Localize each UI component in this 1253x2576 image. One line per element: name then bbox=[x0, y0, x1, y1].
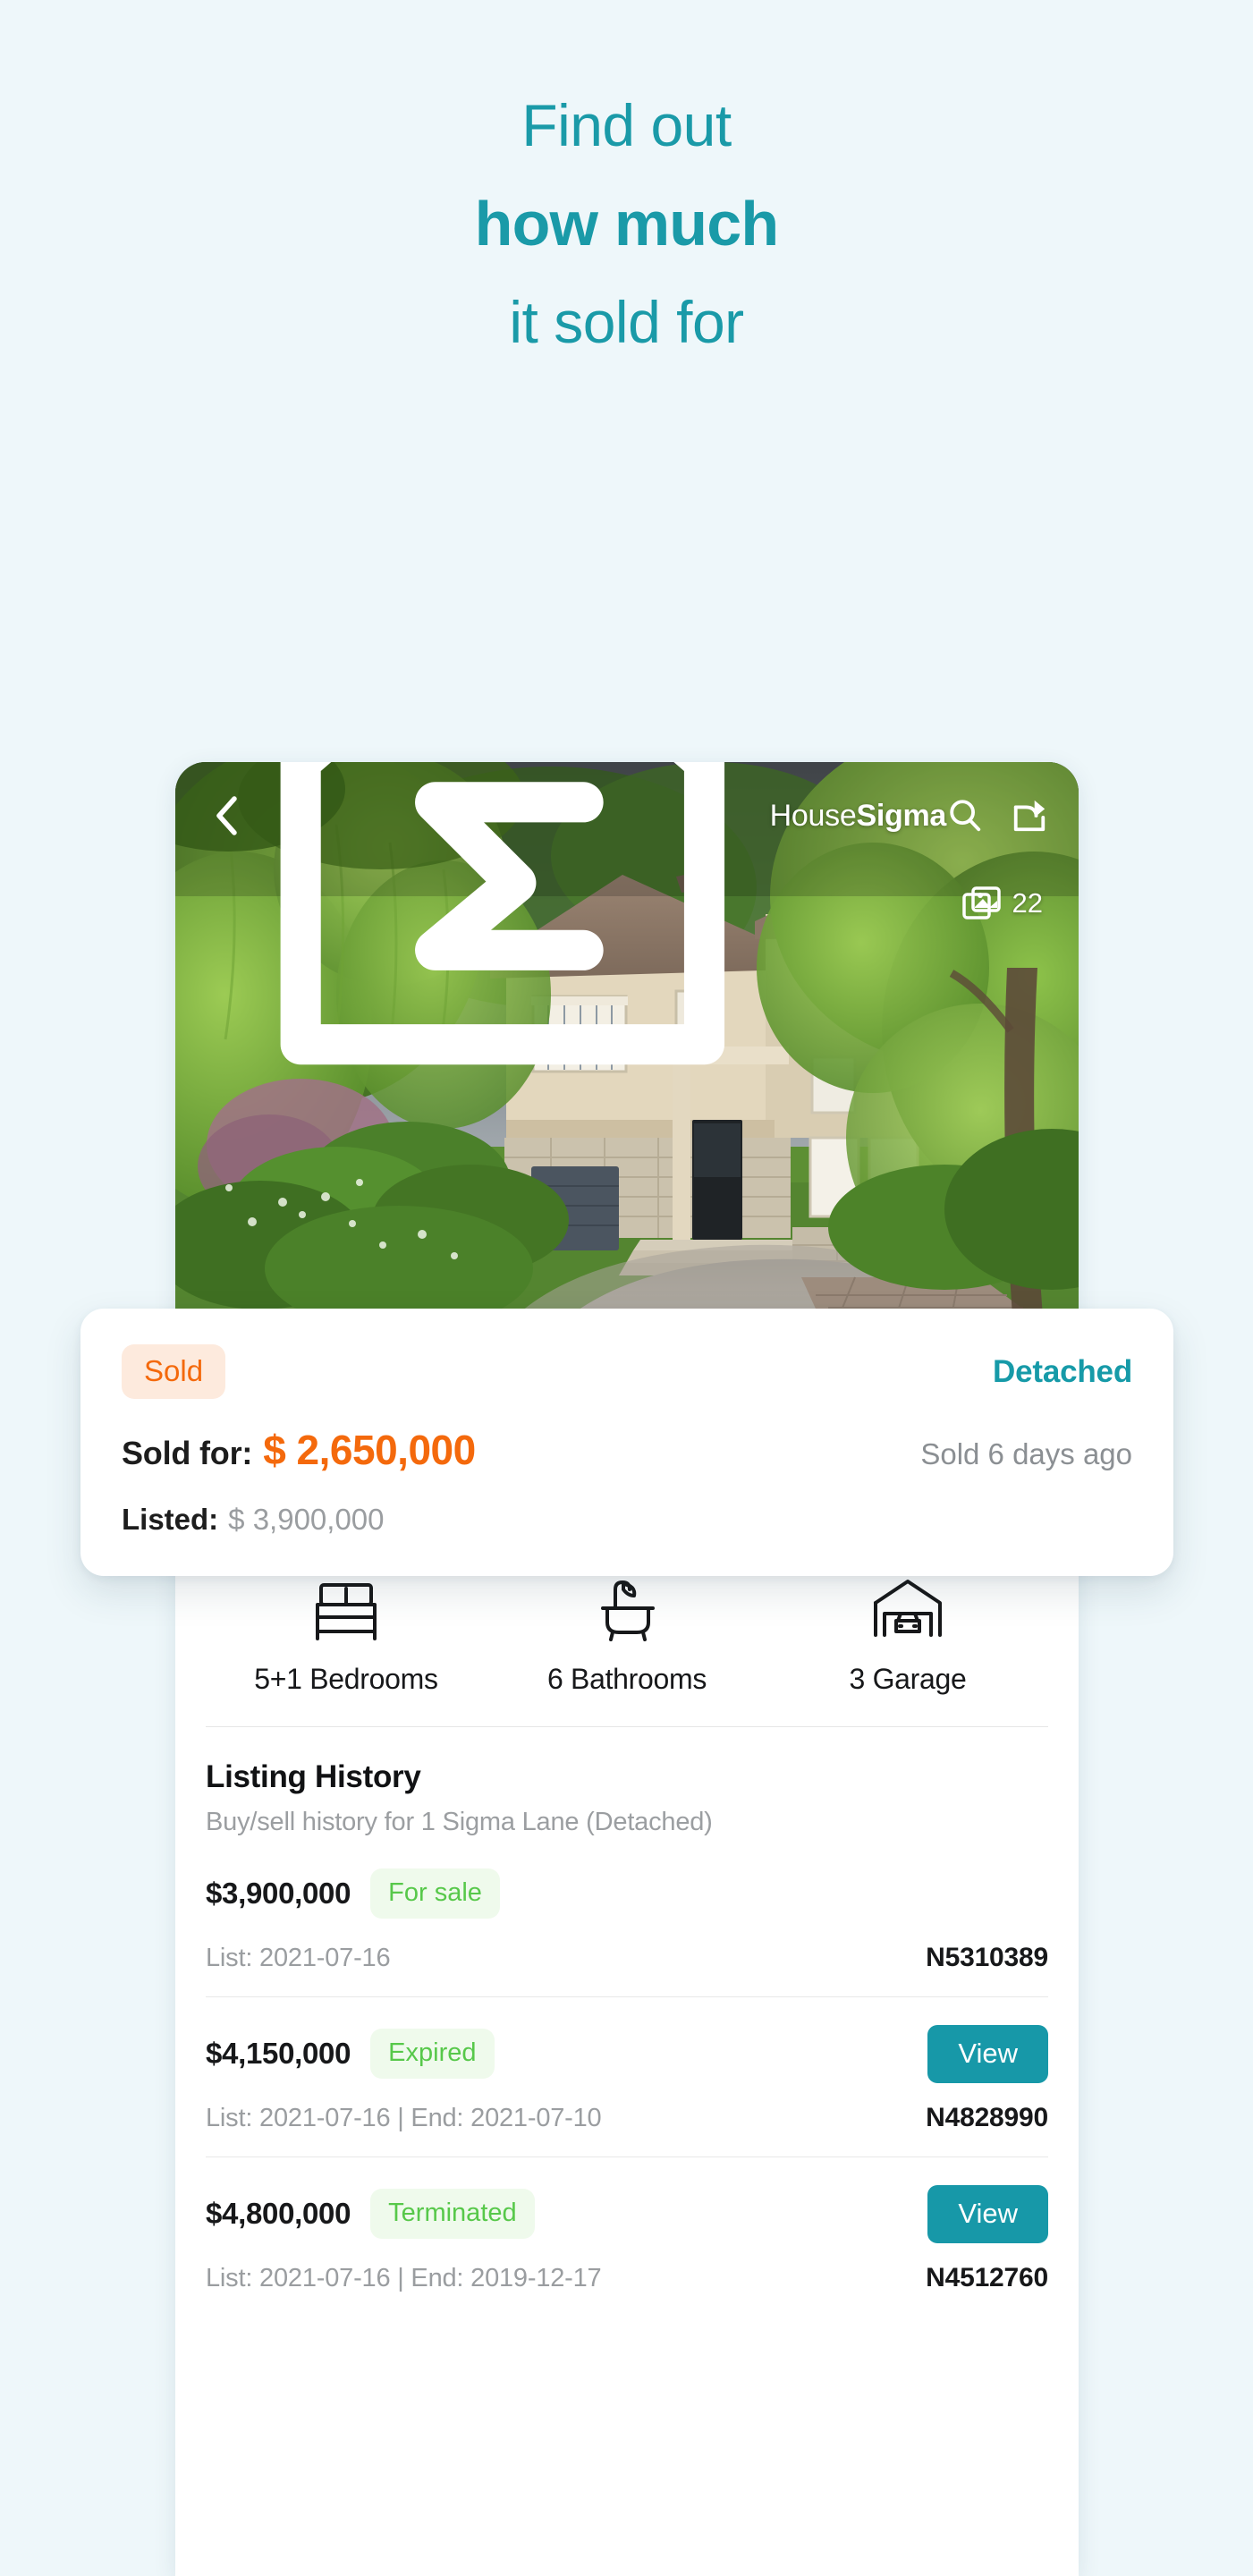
status-badge: Expired bbox=[370, 2029, 495, 2079]
photo-top-bar: HouseSigma bbox=[175, 762, 1079, 1065]
property-photo[interactable]: HouseSigma 22 bbox=[175, 762, 1079, 1317]
garage-icon-wrap bbox=[767, 1575, 1048, 1645]
status-badge: Terminated bbox=[370, 2189, 535, 2239]
bathtub-icon-wrap bbox=[487, 1575, 767, 1645]
housesigma-logo-icon bbox=[280, 762, 725, 1065]
listing-row-top: $3,900,000 For sale bbox=[206, 1864, 1048, 1923]
photo-count-badge[interactable]: 22 bbox=[961, 886, 1043, 921]
fact-bathrooms: 6 Bathrooms bbox=[487, 1575, 767, 1696]
listing-mls-number: N4512760 bbox=[926, 2263, 1048, 2292]
photo-count-number: 22 bbox=[1012, 887, 1043, 919]
listed-price-row: Listed: $ 3,900,000 bbox=[122, 1503, 1132, 1537]
hero-headline: Find out how much it sold for bbox=[0, 0, 1253, 361]
back-button[interactable] bbox=[206, 795, 247, 836]
bathtub-icon bbox=[601, 1580, 655, 1641]
photos-icon bbox=[961, 886, 1001, 919]
table-row[interactable]: $4,800,000 Terminated View List: 2021-07… bbox=[206, 2157, 1048, 2317]
brand-logo: HouseSigma bbox=[247, 762, 946, 1098]
hero-line-1: Find out bbox=[521, 92, 732, 158]
fact-garage: 3 Garage bbox=[767, 1575, 1048, 1696]
listing-price: $4,800,000 bbox=[206, 2197, 351, 2230]
garage-icon bbox=[874, 1580, 942, 1637]
view-button[interactable]: View bbox=[927, 2184, 1048, 2243]
hero-line-3: it sold for bbox=[509, 289, 744, 355]
hero-line-2: how much bbox=[474, 189, 780, 258]
listing-mls-number: N5310389 bbox=[926, 1943, 1048, 1972]
photo-bar-actions bbox=[946, 797, 1048, 835]
fact-bedrooms: 5+1 Bedrooms bbox=[206, 1575, 487, 1696]
brand-name: HouseSigma bbox=[769, 798, 947, 834]
sold-for-label: Sold for: bbox=[122, 1435, 253, 1471]
property-type-label: Detached bbox=[993, 1353, 1132, 1389]
status-badge: Sold bbox=[122, 1344, 226, 1399]
sold-time-ago: Sold 6 days ago bbox=[920, 1437, 1132, 1470]
listing-mls-number: N4828990 bbox=[926, 2103, 1048, 2132]
listed-value: $ 3,900,000 bbox=[228, 1503, 385, 1536]
listing-history-subtitle: Buy/sell history for 1 Sigma Lane (Detac… bbox=[206, 1808, 713, 1836]
chevron-left-icon bbox=[216, 796, 237, 835]
status-badge: For sale bbox=[370, 1868, 500, 1919]
listing-price: $4,150,000 bbox=[206, 2037, 351, 2070]
fact-bathrooms-label: 6 Bathrooms bbox=[546, 1663, 707, 1695]
listed-label: Listed: bbox=[122, 1503, 219, 1536]
listing-price: $3,900,000 bbox=[206, 1877, 351, 1910]
listing-row-bottom: List: 2021-07-16 | End: 2021-07-10 N4828… bbox=[206, 2103, 1048, 2133]
listing-history-title: Listing History bbox=[206, 1759, 421, 1794]
brand-name-suffix: Sigma bbox=[856, 798, 946, 833]
listing-row-top: $4,150,000 Expired View bbox=[206, 2024, 1048, 2083]
listing-dates: List: 2021-07-16 | End: 2021-07-10 bbox=[206, 2104, 602, 2132]
listing-row-bottom: List: 2021-07-16 N5310389 bbox=[206, 1943, 1048, 1973]
bed-icon-wrap bbox=[206, 1575, 487, 1645]
search-icon[interactable] bbox=[946, 797, 984, 835]
listing-dates: List: 2021-07-16 | End: 2019-12-17 bbox=[206, 2264, 602, 2292]
table-row[interactable]: $4,150,000 Expired View List: 2021-07-16… bbox=[206, 1996, 1048, 2157]
sold-price-group: Sold for: $ 2,650,000 bbox=[122, 1426, 476, 1474]
sold-summary-card: Sold Detached Sold for: $ 2,650,000 Sold… bbox=[80, 1309, 1173, 1576]
listing-history: Listing History Buy/sell history for 1 S… bbox=[206, 1727, 1048, 2317]
fact-bedrooms-label: 5+1 Bedrooms bbox=[254, 1663, 438, 1695]
listing-row-top: $4,800,000 Terminated View bbox=[206, 2184, 1048, 2243]
bed-icon bbox=[316, 1583, 377, 1640]
sold-card-header-row: Sold Detached bbox=[122, 1344, 1132, 1399]
share-icon[interactable] bbox=[1011, 797, 1048, 835]
listing-row-bottom: List: 2021-07-16 | End: 2019-12-17 N4512… bbox=[206, 2263, 1048, 2293]
fact-garage-label: 3 Garage bbox=[849, 1663, 967, 1695]
listing-dates: List: 2021-07-16 bbox=[206, 1944, 391, 1972]
table-row[interactable]: $3,900,000 For sale List: 2021-07-16 N53… bbox=[206, 1837, 1048, 1996]
sold-for-value: $ 2,650,000 bbox=[263, 1427, 476, 1473]
brand-name-prefix: House bbox=[769, 798, 857, 833]
view-button[interactable]: View bbox=[927, 2024, 1048, 2083]
phone-mockup: HouseSigma 22 5+1 Bedrooms 6 Bathrooms 3… bbox=[175, 762, 1079, 2576]
sold-price-row: Sold for: $ 2,650,000 Sold 6 days ago bbox=[122, 1426, 1132, 1474]
